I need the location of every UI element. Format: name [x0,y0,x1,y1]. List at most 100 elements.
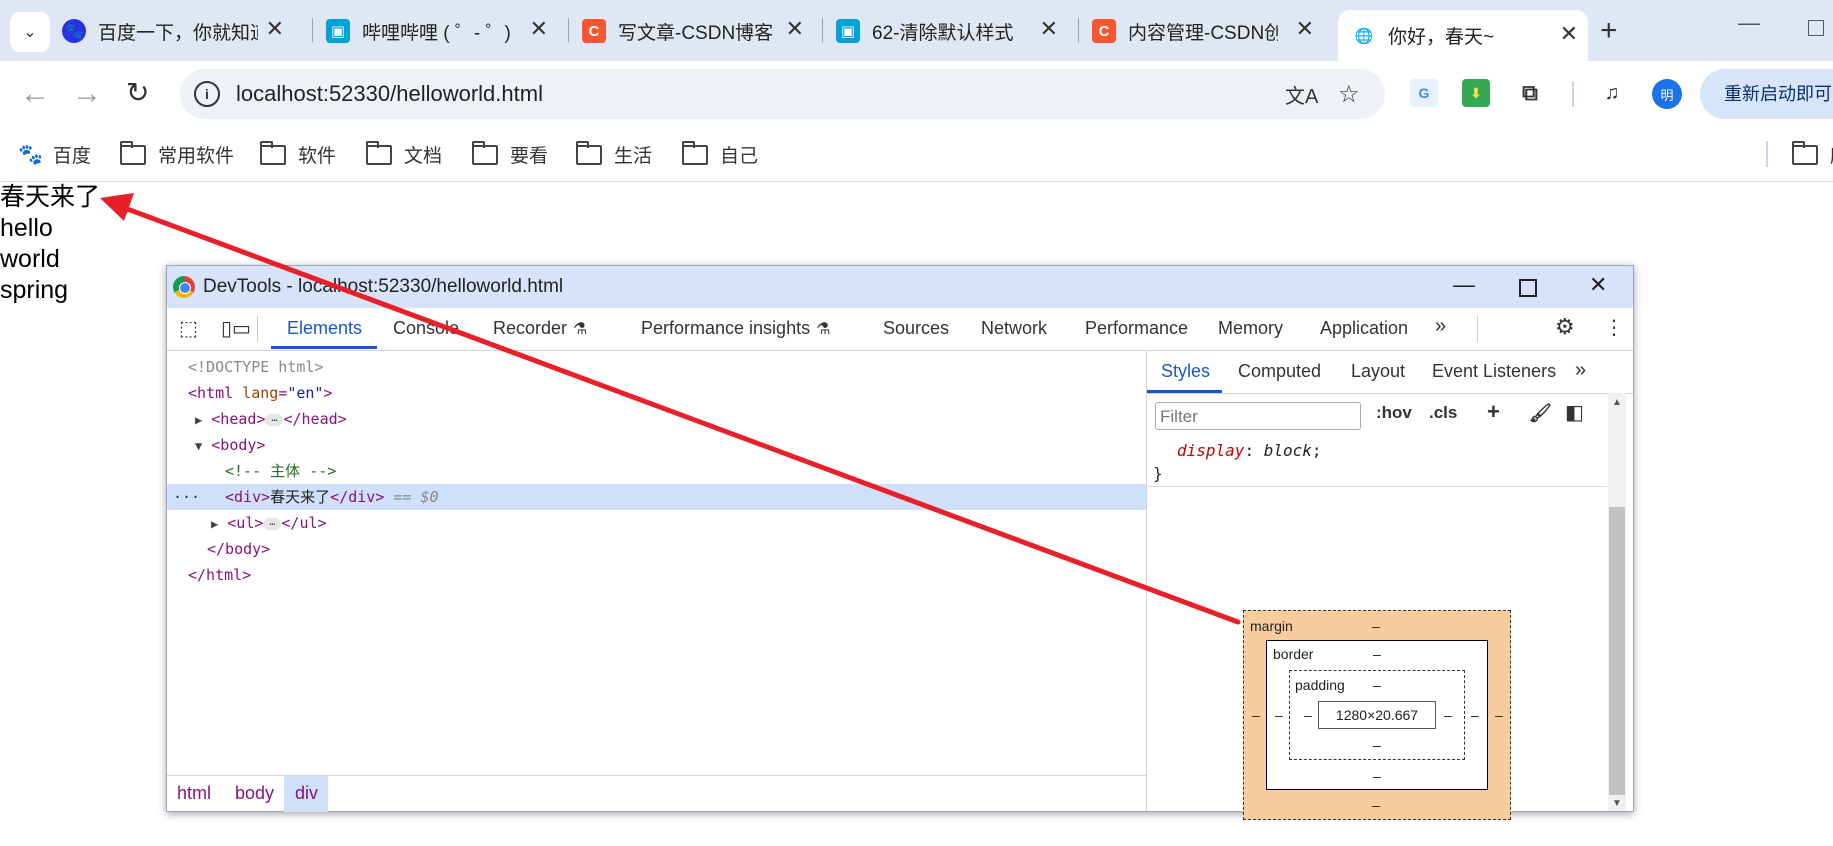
download-extension-icon[interactable]: ⬇ [1462,79,1490,107]
tab-memory[interactable]: Memory [1218,318,1283,339]
forward-button[interactable]: → [72,77,102,111]
expand-triangle-icon[interactable]: ▶ [195,413,202,427]
padding-bottom-value[interactable]: – [1373,737,1381,753]
collapse-triangle-icon[interactable]: ▼ [195,439,202,453]
dom-node-head[interactable]: ▶ <head>… </head> [167,406,1174,432]
breadcrumb-html[interactable]: html [177,783,211,804]
paint-brush-icon[interactable]: 🖌 [1529,403,1552,424]
tab-csdn-content[interactable]: C 内容管理-CSDN创 ✕ [1092,10,1324,52]
css-declaration[interactable]: display: block; [1147,439,1607,462]
new-style-rule-icon[interactable]: + [1487,399,1500,425]
hov-toggle[interactable]: :hov [1376,403,1412,423]
bookmark-folder[interactable]: 常用软件 [120,140,234,168]
collapsed-ellipsis[interactable]: … [265,413,284,426]
tab-active-hello-spring[interactable]: 🌐 你好，春天~ ✕ [1338,10,1588,61]
tab-computed[interactable]: Computed [1238,361,1321,382]
maximize-button[interactable] [1808,20,1824,36]
back-button[interactable]: ← [20,77,50,111]
border-right-value[interactable]: – [1471,707,1479,723]
device-toolbar-icon[interactable]: ▯▭ [221,316,251,341]
tab-sources[interactable]: Sources [883,318,949,339]
scroll-down-icon[interactable]: ▼ [1612,798,1622,809]
toggle-sidebar-icon[interactable]: ◧ [1565,400,1584,425]
box-model-content[interactable]: 1280×20.667 [1318,701,1436,729]
cls-toggle[interactable]: .cls [1429,403,1457,423]
close-icon[interactable]: ✕ [786,16,804,42]
settings-gear-icon[interactable]: ⚙ [1555,314,1575,340]
node-actions-icon[interactable]: ··· [173,484,200,510]
styles-filter-input[interactable]: Filter [1155,402,1361,430]
devtools-close-button[interactable]: ✕ [1589,272,1607,298]
bookmark-folder[interactable]: 生活 [576,140,652,168]
google-translate-extension-icon[interactable]: G [1410,79,1438,107]
expand-triangle-icon[interactable]: ▶ [211,517,218,531]
scroll-up-icon[interactable]: ▲ [1612,397,1622,408]
tab-network[interactable]: Network [981,318,1047,339]
bookmark-baidu[interactable]: 🐾 百度 [18,141,91,168]
devtools-minimize-button[interactable]: — [1453,272,1475,298]
dom-node-html-close[interactable]: </html> [167,562,1167,588]
translate-icon[interactable]: 文A [1285,80,1318,109]
border-left-value[interactable]: – [1275,707,1283,723]
close-icon[interactable]: ✕ [530,16,548,42]
bookmark-folder[interactable]: 自己 [682,140,758,168]
tab-layout[interactable]: Layout [1351,361,1405,382]
dom-node-div-selected[interactable]: ··· <div>春天来了</div> == $0 [167,484,1146,510]
margin-left-value[interactable]: – [1252,707,1260,723]
styles-scrollbar[interactable]: ▲ ▼ [1608,393,1626,811]
padding-right-value[interactable]: – [1444,707,1452,723]
dom-node-html[interactable]: <html lang="en"> [167,380,1167,406]
margin-right-value[interactable]: – [1495,707,1503,723]
padding-top-value[interactable]: – [1373,677,1381,693]
more-options-icon[interactable]: ⋮ [1604,315,1624,340]
extensions-puzzle-icon[interactable]: ⧉ [1516,79,1544,107]
bookmark-folder[interactable]: 要看 [472,140,548,168]
bookmark-all-folder[interactable]: 所 [1792,140,1833,168]
margin-top-value[interactable]: – [1372,618,1380,634]
close-icon[interactable]: ✕ [1040,16,1058,42]
breadcrumb-body[interactable]: body [235,783,274,804]
tab-recorder[interactable]: Recorder ⚗ [493,318,587,339]
close-icon[interactable]: ✕ [266,16,284,42]
border-top-value[interactable]: – [1373,646,1381,662]
bookmark-star-icon[interactable]: ☆ [1338,80,1360,109]
box-model-padding[interactable]: padding – – – – 1280×20.667 [1289,670,1465,760]
minimize-button[interactable]: — [1738,10,1760,36]
dom-node-ul[interactable]: ▶ <ul>… </ul> [167,510,1190,536]
devtools-maximize-button[interactable] [1519,279,1537,297]
tab-clear-styles[interactable]: ▣ 62-清除默认样式 ✕ [836,10,1068,52]
tab-baidu[interactable]: 🐾 百度一下，你就知道 ✕ [62,10,294,52]
tab-search-button[interactable]: ⌄ [10,12,50,52]
new-tab-button[interactable]: + [1600,14,1618,48]
dom-node-body-close[interactable]: </body> [167,536,1186,562]
box-model-margin[interactable]: margin – – – – border – – – – padding – … [1243,610,1511,820]
relaunch-button[interactable]: 重新启动即可 [1700,69,1833,119]
dom-node-body[interactable]: ▼ <body> [167,432,1174,458]
more-tabs-icon[interactable]: » [1575,359,1586,382]
border-bottom-value[interactable]: – [1373,768,1381,784]
tab-application[interactable]: Application [1320,318,1408,339]
inspect-element-icon[interactable]: ⬚ [179,316,198,341]
tab-performance[interactable]: Performance [1085,318,1188,339]
tab-performance-insights[interactable]: Performance insights ⚗ [641,318,830,339]
more-tabs-icon[interactable]: » [1435,315,1446,338]
tab-styles[interactable]: Styles [1161,361,1210,382]
reload-button[interactable]: ↻ [126,76,149,109]
scrollbar-thumb[interactable] [1609,507,1625,795]
margin-bottom-value[interactable]: – [1372,797,1380,813]
site-info-icon[interactable]: i [194,81,220,107]
padding-left-value[interactable]: – [1304,707,1312,723]
profile-avatar[interactable]: 明 [1652,79,1682,109]
tab-event-listeners[interactable]: Event Listeners [1432,361,1556,382]
close-icon[interactable]: ✕ [1296,16,1314,42]
url-text[interactable]: localhost:52330/helloworld.html [236,81,543,107]
dom-node-doctype[interactable]: <!DOCTYPE html> [167,354,1167,380]
box-model-border[interactable]: border – – – – padding – – – – 1280×20.6… [1266,640,1488,790]
tab-csdn-write[interactable]: C 写文章-CSDN博客 ✕ [582,10,814,52]
dom-node-comment[interactable]: <!-- 主体 --> [167,458,1204,484]
address-bar[interactable]: i localhost:52330/helloworld.html 文A ☆ [180,69,1385,119]
tab-bilibili[interactable]: ▣ 哔哩哔哩 ( ゜- ゜)つロ ✕ [326,10,558,52]
tab-elements[interactable]: Elements [287,318,362,339]
media-control-icon[interactable]: ♫ [1598,79,1626,107]
tab-console[interactable]: Console [393,318,459,339]
